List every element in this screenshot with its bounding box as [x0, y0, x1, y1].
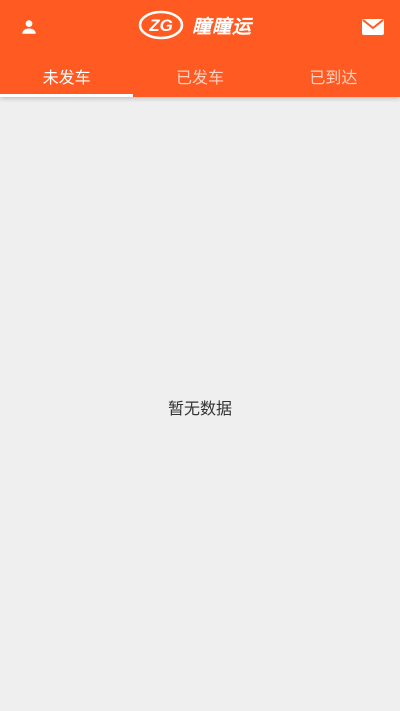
- tab-bar: 未发车 已发车 已到达: [0, 54, 400, 97]
- tab-arrived[interactable]: 已到达: [267, 54, 400, 97]
- tab-not-departed[interactable]: 未发车: [0, 54, 134, 97]
- app-screen: ZG 瞳瞳运 未发车 已发车 已到达 暂无数据: [0, 0, 400, 711]
- messages-button[interactable]: [359, 13, 387, 41]
- logo-text: 瞳瞳运: [192, 15, 253, 38]
- user-icon: [22, 20, 36, 34]
- tab-departed[interactable]: 已发车: [133, 54, 266, 97]
- app-logo: ZG 瞳瞳运: [138, 8, 252, 42]
- mail-icon: [362, 19, 384, 35]
- svg-text:ZG: ZG: [148, 16, 173, 35]
- empty-state-text: 暂无数据: [167, 399, 232, 418]
- app-header: ZG 瞳瞳运 未发车 已发车 已到达: [0, 0, 400, 97]
- top-bar: ZG 瞳瞳运: [0, 0, 400, 54]
- profile-button[interactable]: [15, 13, 43, 41]
- logo-mark-icon: ZG: [138, 10, 184, 40]
